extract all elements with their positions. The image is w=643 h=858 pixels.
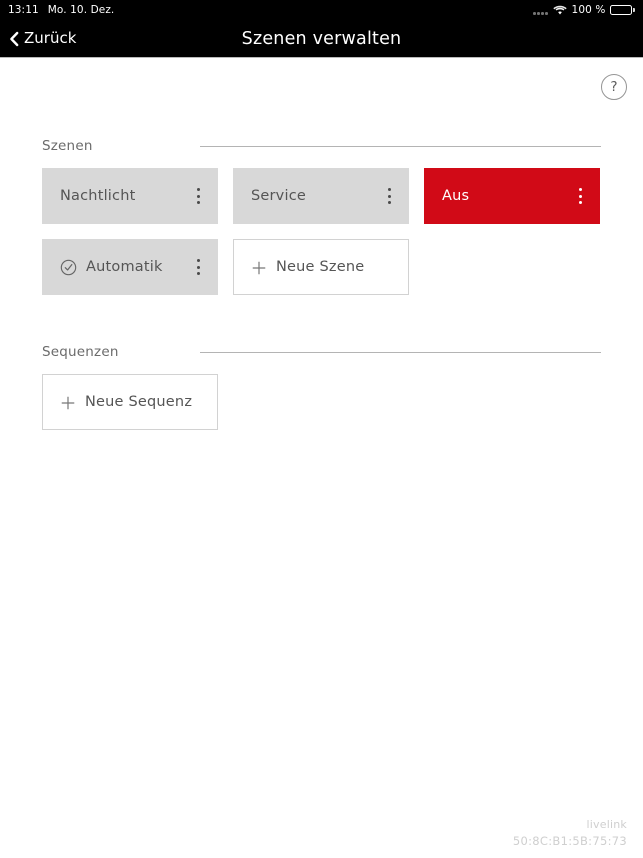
status-bar-left: 13:11 Mo. 10. Dez. [8,5,114,16]
plus-icon [61,395,75,410]
scene-tile-label: Aus [442,188,470,204]
help-button[interactable]: ? [601,74,627,100]
section-szenen: Szenen Nachtlicht Service Aus Automatik … [0,136,643,295]
page-title: Szenen verwalten [241,28,402,49]
scene-tile-grid: Nachtlicht Service Aus Automatik Neue Sz… [42,168,602,295]
kebab-menu-icon[interactable] [190,185,206,207]
sequence-tile-grid: Neue Sequenz [42,374,602,430]
battery-percent-label: 100 % [571,3,606,16]
section-header-szenen: Szenen [0,136,643,156]
navigation-bar: Zurück Szenen verwalten [0,20,643,58]
status-bar: 13:11 Mo. 10. Dez. 100 % [0,0,643,20]
wifi-icon [552,5,567,16]
check-circle-icon [60,259,77,276]
signal-dots-icon [533,6,548,15]
footer-brand-label: livelink [586,818,627,832]
scene-tile-label: Nachtlicht [60,188,136,204]
section-title-szenen: Szenen [42,138,93,154]
section-header-sequenzen: Sequenzen [0,342,643,362]
section-divider-sequenzen [200,352,601,353]
scene-tile-label: Service [251,188,306,204]
scene-tile-aus[interactable]: Aus [424,168,600,224]
scene-tile-automatik[interactable]: Automatik [42,239,218,295]
kebab-menu-icon[interactable] [381,185,397,207]
new-scene-label: Neue Szene [276,259,365,275]
section-title-sequenzen: Sequenzen [42,344,119,360]
kebab-menu-icon[interactable] [190,256,206,278]
new-sequence-label: Neue Sequenz [85,394,193,410]
section-sequenzen: Sequenzen Neue Sequenz [0,342,643,430]
status-time: 13:11 [8,3,39,16]
section-divider-szenen [200,146,601,147]
status-date: Mo. 10. Dez. [47,3,115,16]
app-root: 13:11 Mo. 10. Dez. 100 % Zurück Szenen v… [0,0,643,858]
kebab-menu-icon[interactable] [572,185,588,207]
new-sequence-button[interactable]: Neue Sequenz [42,374,218,430]
scene-tile-service[interactable]: Service [233,168,409,224]
plus-icon [252,260,266,275]
scene-tile-nachtlicht[interactable]: Nachtlicht [42,168,218,224]
scene-tile-label: Automatik [86,259,163,275]
content-area: ? Szenen Nachtlicht Service Aus Automati… [0,59,643,858]
new-scene-button[interactable]: Neue Szene [233,239,409,295]
status-bar-right: 100 % [533,5,635,16]
footer: livelink 50:8C:B1:5B:75:73 [513,817,627,850]
footer-mac-address: 50:8C:B1:5B:75:73 [512,834,627,849]
battery-full-icon [610,5,635,15]
question-mark-icon: ? [610,79,618,95]
